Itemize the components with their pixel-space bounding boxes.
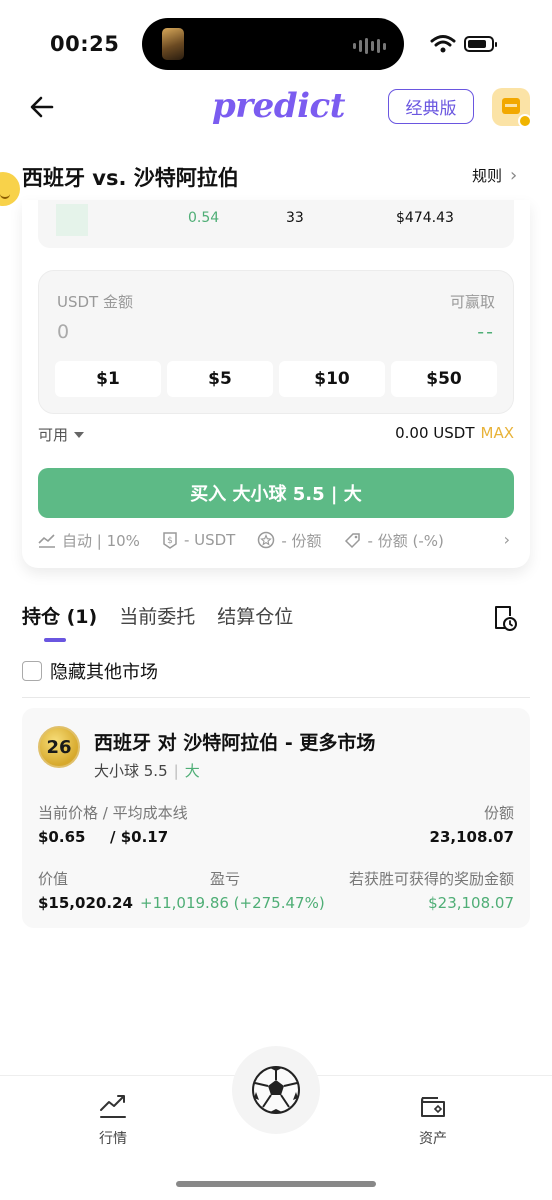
wifi-icon: [430, 35, 456, 53]
depth-bar: [56, 204, 88, 236]
dollar-badge-icon: $: [163, 532, 177, 549]
status-bar: 00:25: [0, 0, 552, 80]
pnl-label: 盈亏: [210, 870, 241, 888]
soccer-ball-icon: [252, 1066, 300, 1114]
max-button[interactable]: MAX: [481, 424, 514, 442]
now-playing-thumbnail: [162, 28, 184, 60]
rules-link[interactable]: 规则 ›: [472, 165, 517, 186]
pnl-value: +11,019.86 (+275.47%): [140, 894, 325, 912]
amount-input[interactable]: 0: [57, 321, 69, 343]
chevron-right-icon: ›: [510, 165, 518, 186]
svg-text:$: $: [167, 536, 173, 546]
floating-emoji-icon[interactable]: [0, 172, 20, 206]
quick-amount-1-button[interactable]: $1: [55, 361, 161, 397]
balance-value: 0.00 USDT: [395, 424, 475, 442]
shares-setting: - 份额: [257, 530, 322, 551]
back-arrow-icon[interactable]: [28, 94, 56, 120]
position-value: $15,020.24: [38, 894, 133, 912]
nav-market[interactable]: 行情: [98, 1092, 128, 1148]
quick-amount-row: $1 $5 $10 $50: [55, 361, 497, 397]
audio-waveform-icon: [353, 38, 386, 54]
orderbook-row: 0.54 33 $474.43: [38, 200, 514, 248]
app-logo: predict: [212, 86, 345, 126]
battery-icon: [464, 36, 497, 52]
available-dropdown[interactable]: 可用: [38, 424, 85, 445]
nav-market-label: 行情: [99, 1131, 127, 1147]
buy-button[interactable]: 买入 大小球 5.5 | 大: [38, 468, 514, 518]
win-label: 可赢取: [449, 293, 495, 311]
trend-chart-icon: [100, 1095, 126, 1118]
position-market: 大小球 5.5 | 大: [94, 760, 200, 781]
tag-icon: [344, 533, 360, 549]
usdt-label: - USDT: [183, 531, 236, 549]
wallet-icon[interactable]: [492, 88, 532, 128]
orderbook-shares: 33: [286, 210, 304, 226]
nav-assets-label: 资产: [419, 1131, 447, 1147]
shares-label: 份额: [483, 804, 514, 822]
nav-assets[interactable]: 资产: [418, 1092, 448, 1148]
quick-amount-50-button[interactable]: $50: [391, 361, 497, 397]
tab-settled-positions[interactable]: 结算仓位: [217, 602, 293, 629]
position-side: 大: [184, 762, 200, 780]
hide-other-markets-toggle[interactable]: 隐藏其他市场: [22, 658, 158, 684]
usdt-setting: $ - USDT: [162, 531, 235, 549]
home-ball-button[interactable]: [232, 1046, 320, 1134]
amount-box: USDT 金额 可赢取 0 -- $1 $5 $10 $50: [38, 270, 514, 414]
price-label: 当前价格 / 平均成本线: [38, 804, 188, 822]
world-cup-badge-icon: 26: [38, 726, 80, 768]
shares-pct-setting: - 份额 (-%): [344, 530, 444, 551]
orderbook-price: 0.54: [188, 210, 220, 226]
position-card[interactable]: 26 西班牙 对 沙特阿拉伯 - 更多市场 大小球 5.5 | 大 当前价格 /…: [22, 708, 530, 928]
trade-settings-row[interactable]: 自动 | 10% $ - USDT - 份额 - 份额 (-%) ›: [38, 530, 514, 550]
separator: |: [173, 761, 179, 780]
trade-card: 0.54 33 $474.43 USDT 金额 可赢取 0 -- $1 $5 $…: [22, 200, 530, 568]
auto-label: 自动 | 10%: [62, 531, 140, 550]
auto-slippage-setting: 自动 | 10%: [38, 530, 140, 551]
current-price: $0.65: [38, 828, 86, 846]
classic-version-button[interactable]: 经典版: [388, 89, 474, 124]
balance: 0.00 USDT MAX: [395, 424, 514, 442]
shares-label: - 份额: [281, 531, 322, 550]
chevron-right-icon: ›: [503, 530, 510, 549]
shares-pct-label: - 份额 (-%): [367, 531, 444, 550]
divider: [22, 697, 530, 698]
hide-other-markets-label: 隐藏其他市场: [50, 662, 158, 683]
quick-amount-10-button[interactable]: $10: [279, 361, 385, 397]
position-title: 西班牙 对 沙特阿拉伯 - 更多市场: [94, 732, 376, 754]
tab-open-orders[interactable]: 当前委托: [119, 602, 195, 629]
tab-positions[interactable]: 持仓 (1): [22, 602, 97, 629]
position-market-label: 大小球 5.5: [94, 762, 168, 780]
shares-value: 23,108.07: [429, 828, 514, 846]
reward-label: 若获胜可获得的奖励金额: [348, 870, 514, 888]
wallet-outline-icon: [421, 1097, 445, 1117]
quick-amount-5-button[interactable]: $5: [167, 361, 273, 397]
hide-other-markets-checkbox[interactable]: [22, 661, 42, 681]
active-tab-indicator: [44, 638, 66, 642]
average-cost: / $0.17: [110, 828, 169, 846]
status-time: 00:25: [50, 32, 120, 56]
history-icon[interactable]: [492, 604, 518, 632]
orderbook-total: $474.43: [396, 210, 454, 226]
available-label: 可用: [38, 426, 69, 444]
amount-label: USDT 金额: [57, 293, 133, 311]
value-label: 价值: [38, 870, 69, 888]
rules-label: 规则: [472, 167, 503, 185]
win-value: --: [477, 321, 495, 343]
position-tabs: 持仓 (1) 当前委托 结算仓位: [22, 602, 293, 629]
reward-value: $23,108.07: [428, 894, 514, 912]
home-indicator: [176, 1181, 376, 1187]
chart-line-icon: [38, 534, 55, 548]
match-title: 西班牙 vs. 沙特阿拉伯: [22, 166, 239, 190]
dynamic-island: [142, 18, 404, 70]
caret-down-icon: [74, 431, 85, 438]
medal-icon: [258, 531, 275, 549]
